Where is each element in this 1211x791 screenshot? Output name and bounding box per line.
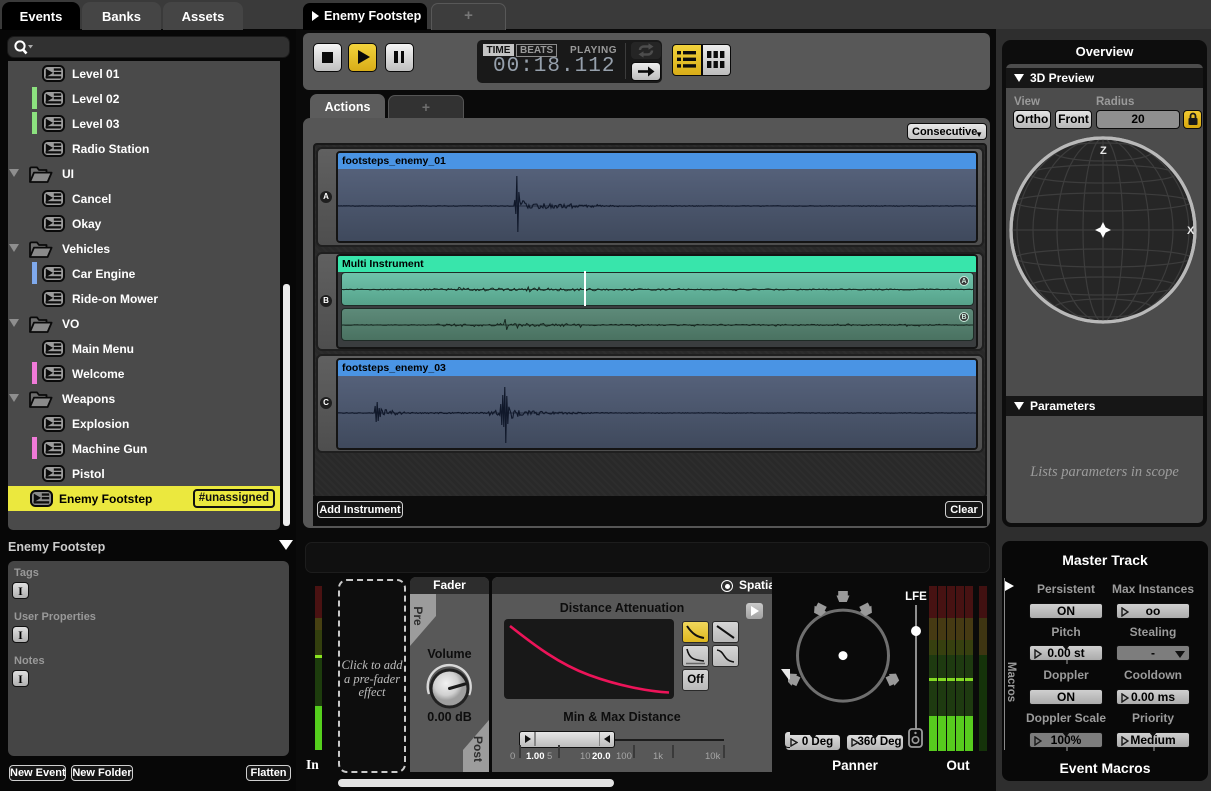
svg-text:Z: Z bbox=[1100, 145, 1107, 157]
svg-text:X: X bbox=[1187, 225, 1195, 237]
